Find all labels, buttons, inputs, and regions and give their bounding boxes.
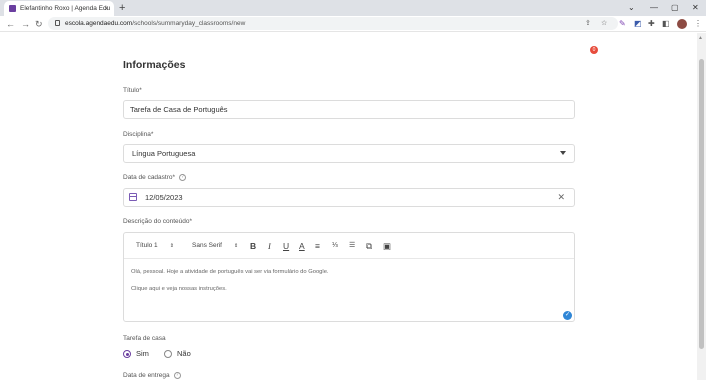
notification-badge[interactable]: 0 <box>590 46 598 54</box>
titulo-input[interactable]: Tarefa de Casa de Português <box>123 100 575 119</box>
heading-select[interactable]: Título 1 ⇕ <box>136 233 174 259</box>
radio-unselected-icon <box>164 350 172 359</box>
browser-menu-icon[interactable]: ⋮ <box>694 17 702 31</box>
tab-close-icon[interactable]: × <box>104 3 109 14</box>
scroll-up-icon[interactable]: ▲ <box>698 35 703 41</box>
data-cadastro-input[interactable]: 12/05/2023 ✕ <box>123 188 575 207</box>
page-scrollbar[interactable]: ▲ <box>697 33 706 380</box>
data-cadastro-label: Data de cadastro*? <box>123 174 187 181</box>
underline-button[interactable]: U <box>283 233 289 259</box>
editor-toolbar: Título 1 ⇕ Sans Serif ⇕ B I U A ≡ ⅓ ☰ ⧉ ▣ <box>124 233 574 259</box>
select-arrows-icon: ⇕ <box>169 243 174 249</box>
back-button[interactable]: ← <box>6 17 15 31</box>
radio-nao[interactable]: Não <box>164 349 191 359</box>
url-text: escola.agendaedu.com/schools/summaryday_… <box>65 20 246 27</box>
help-icon[interactable]: ? <box>179 174 187 181</box>
data-entrega-label: Data de entrega? <box>123 372 181 379</box>
lock-icon <box>55 20 60 26</box>
tarefa-casa-label: Tarefa de casa <box>123 335 166 342</box>
tab-search-icon[interactable]: ⌄ <box>628 1 635 15</box>
image-icon[interactable]: ▣ <box>383 233 391 259</box>
bookmark-star-icon[interactable]: ☆ <box>601 17 607 30</box>
radio-sim[interactable]: Sim <box>123 349 149 359</box>
reload-button[interactable]: ↻ <box>35 17 43 31</box>
data-cadastro-value: 12/05/2023 <box>145 193 183 202</box>
check-icon: ✓ <box>563 311 572 320</box>
page-content: 0 Informações Título* Tarefa de Casa de … <box>0 33 706 380</box>
browser-tab[interactable]: Elefantinho Roxo | Agenda Edu × <box>4 1 114 16</box>
titulo-value: Tarefa de Casa de Português <box>130 105 228 114</box>
agenda-edu-favicon-icon <box>9 5 16 12</box>
tab-title: Elefantinho Roxo | Agenda Edu <box>20 5 111 12</box>
chevron-down-icon <box>560 151 566 155</box>
link-icon[interactable]: ⧉ <box>366 233 372 259</box>
disciplina-value: Língua Portuguesa <box>132 149 196 158</box>
radio-selected-icon <box>123 350 131 359</box>
help-icon[interactable]: ? <box>173 372 181 379</box>
side-panel-icon[interactable]: ◧ <box>662 17 670 31</box>
new-tab-button[interactable]: + <box>119 1 125 15</box>
extensions-puzzle-icon[interactable]: ✚ <box>648 17 655 31</box>
editor-text-line: Olá, pessoal. Hoje a atividade de portug… <box>131 269 329 275</box>
minimize-button[interactable]: — <box>650 1 658 15</box>
maximize-button[interactable]: ▢ <box>671 1 679 15</box>
ordered-list-button[interactable]: ⅓ <box>332 233 338 259</box>
text-color-button[interactable]: A <box>299 233 305 259</box>
select-arrows-icon: ⇕ <box>234 243 239 249</box>
pen-extension-icon[interactable]: ✎ <box>619 17 626 31</box>
forward-button[interactable]: → <box>21 17 30 31</box>
scrollbar-thumb[interactable] <box>699 59 704 349</box>
browser-toolbar: ← → ↻ escola.agendaedu.com/schools/summa… <box>0 16 706 32</box>
editor-link-line[interactable]: Clique aqui e veja nossas instruções. <box>131 286 227 292</box>
profile-avatar[interactable] <box>677 19 687 29</box>
descricao-label: Descrição do conteúdo* <box>123 218 193 225</box>
font-select[interactable]: Sans Serif ⇕ <box>192 233 238 259</box>
clear-date-icon[interactable]: ✕ <box>557 189 565 206</box>
bullet-list-button[interactable]: ☰ <box>349 233 355 259</box>
disciplina-label: Disciplina* <box>123 131 154 138</box>
browser-tab-strip: Elefantinho Roxo | Agenda Edu × + ⌄ — ▢ … <box>0 0 706 16</box>
calendar-icon <box>129 193 137 201</box>
align-button[interactable]: ≡ <box>315 233 320 259</box>
disciplina-select[interactable]: Língua Portuguesa <box>123 144 575 163</box>
share-icon[interactable]: ⇪ <box>585 17 591 30</box>
titulo-label: Título* <box>123 87 142 94</box>
extension-icon[interactable]: ◩ <box>634 17 642 31</box>
address-bar[interactable]: escola.agendaedu.com/schools/summaryday_… <box>48 17 618 30</box>
italic-button[interactable]: I <box>268 233 271 259</box>
bold-button[interactable]: B <box>250 233 256 259</box>
close-window-button[interactable]: ✕ <box>692 1 699 15</box>
rich-text-editor[interactable]: Título 1 ⇕ Sans Serif ⇕ B I U A ≡ ⅓ ☰ ⧉ ▣ … <box>123 232 575 322</box>
page-title: Informações <box>123 59 186 71</box>
